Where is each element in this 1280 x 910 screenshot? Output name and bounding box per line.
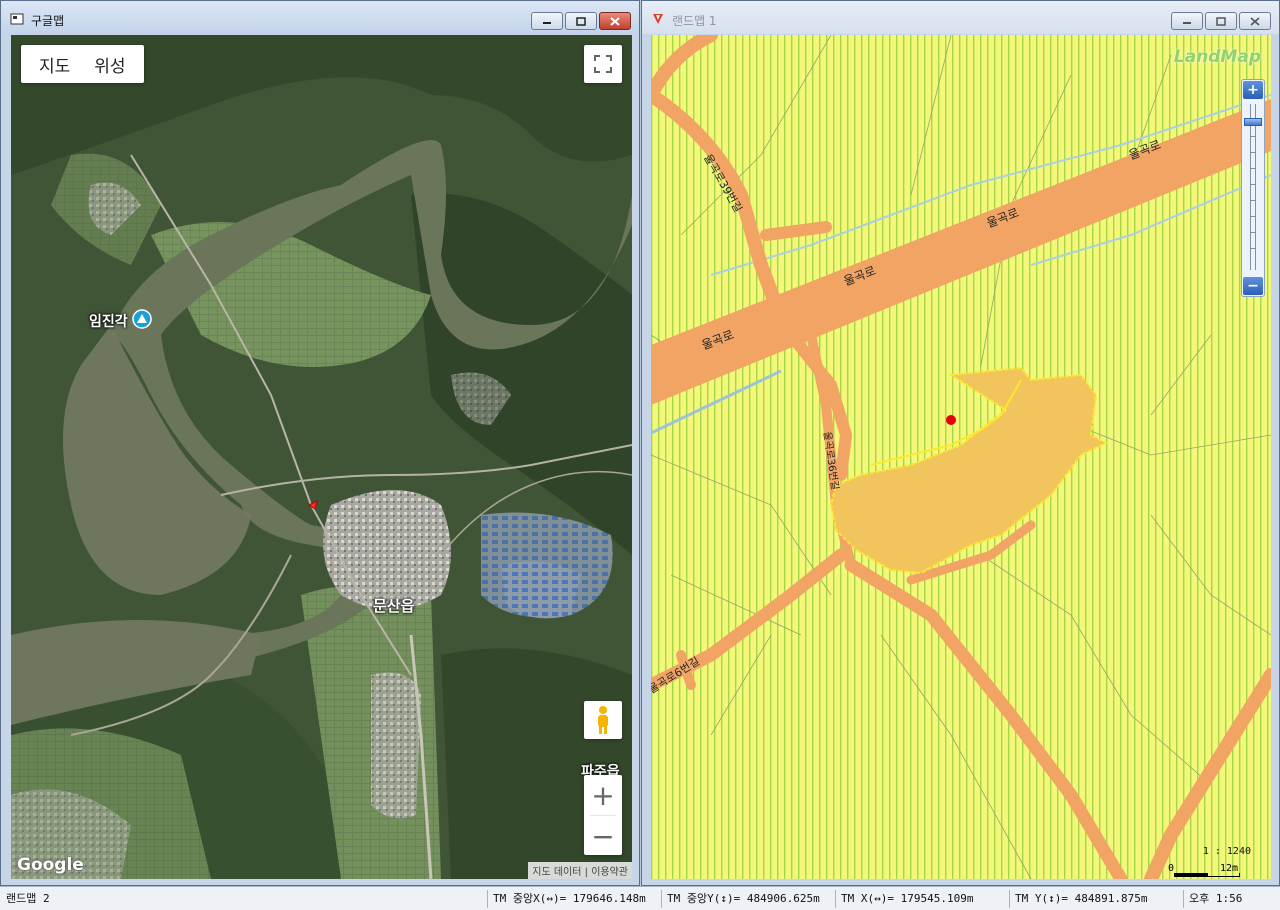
status-app-name: 랜드맵 2 (6, 892, 50, 905)
app-icon (10, 13, 24, 25)
window-title: 구글맵 (31, 14, 65, 28)
desktop: 구글맵 지도 위성 임진각 문산읍 파주읍 + − Google 지도 데이터 … (0, 0, 1280, 910)
place-label-imjingak[interactable]: 임진각 (89, 311, 128, 331)
place-label-munsan[interactable]: 문산읍 (373, 595, 414, 616)
zoom-out-button[interactable]: − (1243, 277, 1263, 295)
map-attribution: 지도 데이터 | 이용약관 (528, 862, 632, 879)
zoom-track[interactable] (1250, 104, 1256, 270)
maximize-button[interactable] (565, 12, 597, 30)
close-button[interactable] (599, 12, 631, 30)
maximize-icon (1216, 16, 1226, 26)
status-tm-x: TM X(↔)= 179545.109m (835, 890, 1005, 908)
map-type-satellite-button[interactable]: 위성 (82, 52, 137, 77)
cadastral-map[interactable]: 울곡로 울곡로 울곡로 울곡로 울곡로39번길 울곡로6번길 울곡로36번길 L… (651, 35, 1271, 879)
map-type-map-button[interactable]: 지도 (27, 52, 82, 77)
landmap-logo: LandMap (1173, 47, 1261, 67)
status-bar: 랜드맵 2 TM 중앙X(↔)= 179646.148m TM 중앙Y(↕)= … (0, 886, 1280, 910)
close-icon (1250, 16, 1260, 26)
status-clock: 오후 1:56 (1183, 890, 1273, 908)
window-title: 랜드맵 1 (672, 14, 717, 28)
zoom-in-button[interactable]: + (584, 775, 622, 815)
zoning-layer (651, 35, 1271, 879)
terms-link[interactable]: 이용약관 (591, 867, 628, 878)
landmap-app-icon (653, 14, 663, 24)
status-tm-center-y: TM 중앙Y(↕)= 484906.625m (661, 890, 831, 908)
status-tm-center-x: TM 중앙X(↔)= 179646.148m (487, 890, 657, 908)
scale-ratio: 1 : 1240 (1202, 846, 1251, 857)
scale-bar (1174, 873, 1240, 877)
status-tm-y: TM Y(↕)= 484891.875m (1009, 890, 1179, 908)
fullscreen-button[interactable] (584, 45, 622, 83)
zoom-slider-thumb[interactable] (1244, 118, 1262, 126)
satellite-map[interactable]: 지도 위성 임진각 문산읍 파주읍 + − Google 지도 데이터 | 이용… (11, 35, 632, 879)
zoom-in-button[interactable]: + (1243, 81, 1263, 99)
fullscreen-icon (594, 55, 612, 73)
title-bar[interactable]: 구글맵 (1, 1, 639, 34)
google-map-window: 구글맵 지도 위성 임진각 문산읍 파주읍 + − Google 지도 데이터 … (0, 0, 640, 886)
minimize-button[interactable] (531, 12, 563, 30)
landmap-window: 랜드맵 1 울곡로 울곡로 울곡로 울곡로 울곡로39번길 울곡로6번길 울곡로… (641, 0, 1280, 886)
satellite-imagery (11, 35, 632, 879)
close-button[interactable] (1239, 12, 1271, 30)
maximize-button[interactable] (1205, 12, 1237, 30)
minimize-button[interactable] (1171, 12, 1203, 30)
map-data-link[interactable]: 지도 데이터 (532, 867, 581, 878)
pegman-icon (598, 706, 608, 734)
zoom-control: + − (584, 775, 622, 855)
title-bar[interactable]: 랜드맵 1 (642, 1, 1279, 34)
maximize-icon (576, 16, 586, 26)
map-type-control: 지도 위성 (21, 45, 144, 83)
landmap-zoom-slider: + − (1241, 79, 1265, 297)
zoom-out-button[interactable]: − (584, 816, 622, 856)
google-logo: Google (17, 855, 84, 875)
attribution-divider: | (584, 867, 588, 878)
minimize-icon (543, 22, 551, 24)
close-icon (610, 16, 620, 26)
street-view-pegman[interactable] (584, 701, 622, 739)
minimize-icon (1183, 22, 1191, 24)
